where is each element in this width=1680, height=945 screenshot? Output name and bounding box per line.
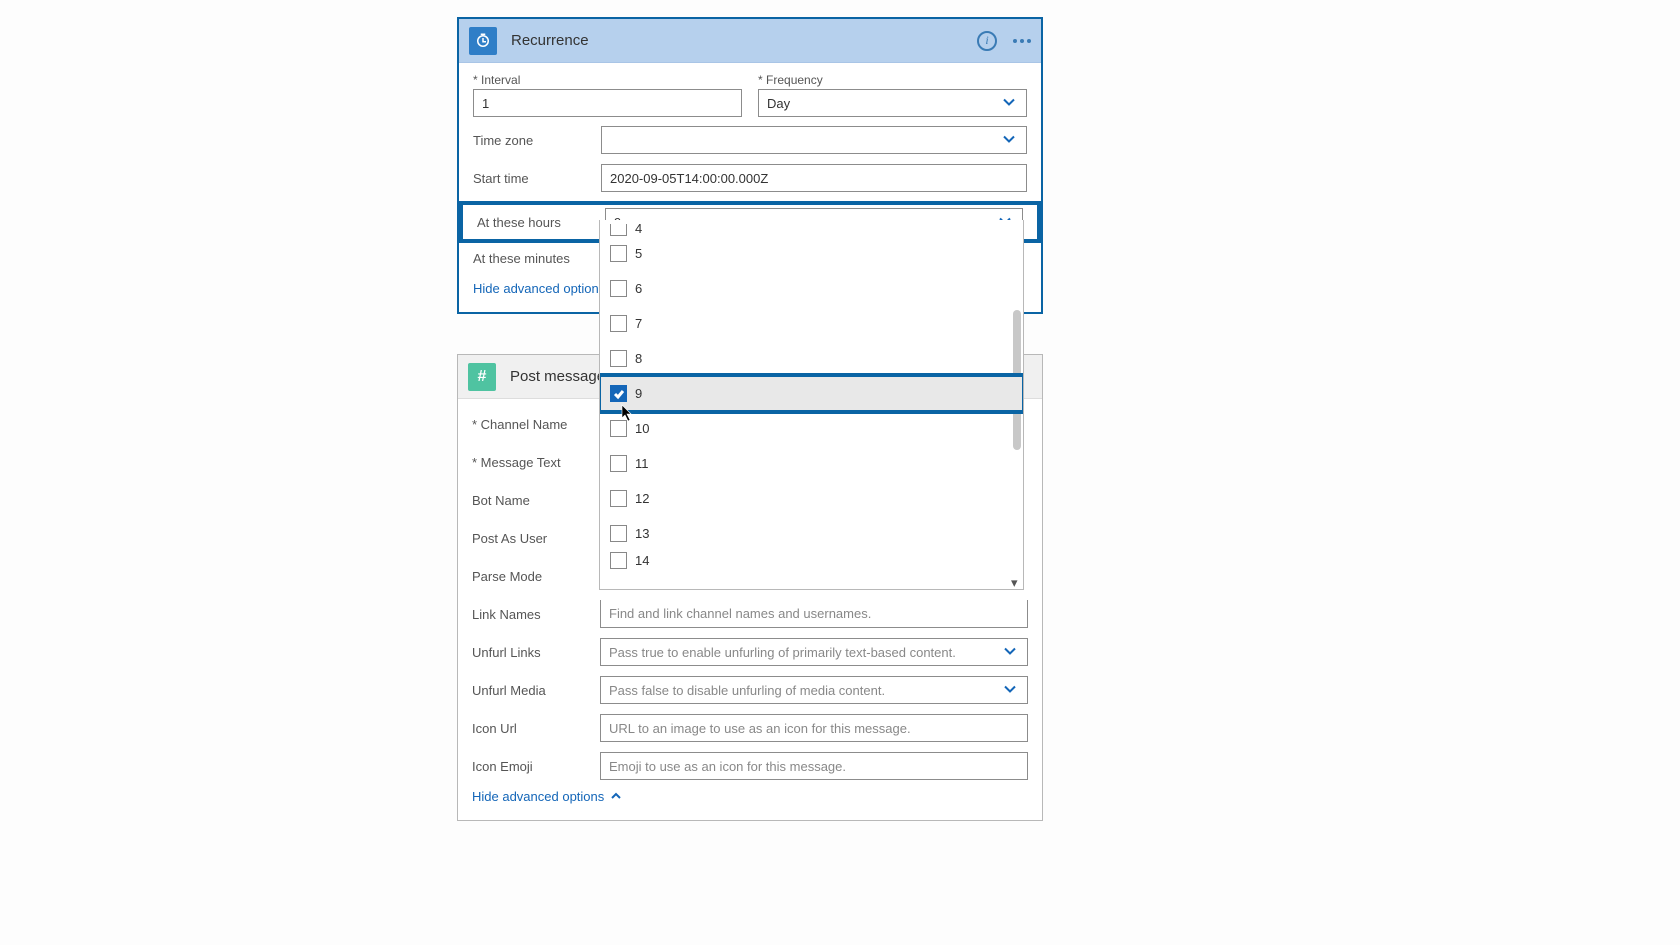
- interval-label: Interval: [473, 73, 742, 87]
- hours-option-14[interactable]: 14: [600, 551, 1023, 569]
- checkbox[interactable]: [610, 224, 627, 236]
- hours-option-4[interactable]: 4: [600, 224, 1023, 236]
- hours-option-label: 7: [635, 316, 642, 331]
- chevron-down-icon: [1003, 683, 1017, 698]
- frequency-value: Day: [767, 96, 790, 111]
- icon-emoji-placeholder: Emoji to use as an icon for this message…: [609, 759, 846, 774]
- hours-label: At these hours: [477, 215, 605, 230]
- parse-mode-label: Parse Mode: [472, 569, 600, 584]
- hours-option-6[interactable]: 6: [600, 271, 1023, 306]
- unfurl-links-placeholder: Pass true to enable unfurling of primari…: [609, 645, 956, 660]
- timezone-select[interactable]: [601, 126, 1027, 154]
- icon-url-label: Icon Url: [472, 721, 600, 736]
- more-icon[interactable]: [1013, 39, 1031, 43]
- hours-dropdown[interactable]: 4 5 6 7 8 9 10 11 12 13 14 ▾: [599, 220, 1024, 590]
- hours-option-label: 10: [635, 421, 649, 436]
- hours-option-label: 5: [635, 246, 642, 261]
- chevron-down-icon: [1002, 96, 1016, 111]
- hours-option-11[interactable]: 11: [600, 446, 1023, 481]
- unfurl-media-label: Unfurl Media: [472, 683, 600, 698]
- hours-option-label: 6: [635, 281, 642, 296]
- checkbox[interactable]: [610, 350, 627, 367]
- timezone-label: Time zone: [473, 133, 601, 148]
- slack-icon: #: [468, 363, 496, 391]
- hours-option-10[interactable]: 10: [600, 411, 1023, 446]
- hide-advanced-link[interactable]: Hide advanced options: [473, 281, 605, 296]
- checkbox[interactable]: [610, 552, 627, 569]
- checkbox[interactable]: [610, 280, 627, 297]
- hours-option-12[interactable]: 12: [600, 481, 1023, 516]
- start-time-input[interactable]: 2020-09-05T14:00:00.000Z: [601, 164, 1027, 192]
- icon-emoji-label: Icon Emoji: [472, 759, 600, 774]
- hours-option-label: 11: [635, 456, 649, 471]
- message-text-label: Message Text: [472, 455, 600, 470]
- bot-name-label: Bot Name: [472, 493, 600, 508]
- icon-emoji-input[interactable]: Emoji to use as an icon for this message…: [600, 752, 1028, 780]
- interval-value: 1: [482, 96, 489, 111]
- link-names-input[interactable]: Find and link channel names and username…: [600, 600, 1028, 628]
- hours-option-label: 4: [635, 224, 642, 236]
- hours-option-13[interactable]: 13: [600, 516, 1023, 551]
- hours-option-5[interactable]: 5: [600, 236, 1023, 271]
- checkbox[interactable]: [610, 245, 627, 262]
- checkbox[interactable]: [610, 315, 627, 332]
- chevron-down-icon: [1002, 133, 1016, 148]
- unfurl-media-select[interactable]: Pass false to disable unfurling of media…: [600, 676, 1028, 704]
- frequency-label: Frequency: [758, 73, 1027, 87]
- checkbox[interactable]: [610, 420, 627, 437]
- hours-option-label: 13: [635, 526, 649, 541]
- info-icon[interactable]: i: [977, 31, 997, 51]
- link-names-label: Link Names: [472, 607, 600, 622]
- unfurl-media-placeholder: Pass false to disable unfurling of media…: [609, 683, 885, 698]
- start-time-value: 2020-09-05T14:00:00.000Z: [610, 171, 768, 186]
- channel-name-label: Channel Name: [472, 417, 600, 432]
- clock-icon: [469, 27, 497, 55]
- checkbox[interactable]: [610, 525, 627, 542]
- scroll-down-arrow[interactable]: ▾: [1011, 575, 1021, 585]
- unfurl-links-select[interactable]: Pass true to enable unfurling of primari…: [600, 638, 1028, 666]
- checkbox[interactable]: [610, 455, 627, 472]
- checkbox[interactable]: [610, 385, 627, 402]
- hours-option-7[interactable]: 7: [600, 306, 1023, 341]
- start-time-label: Start time: [473, 171, 601, 186]
- unfurl-links-label: Unfurl Links: [472, 645, 600, 660]
- hours-option-9[interactable]: 9: [600, 376, 1023, 411]
- hours-option-label: 9: [635, 386, 642, 401]
- post-as-user-label: Post As User: [472, 531, 600, 546]
- interval-input[interactable]: 1: [473, 89, 742, 117]
- hours-option-label: 8: [635, 351, 642, 366]
- hide-advanced-link[interactable]: Hide advanced options: [472, 789, 604, 804]
- link-names-placeholder: Find and link channel names and username…: [609, 606, 871, 621]
- chevron-down-icon: [1003, 645, 1017, 660]
- recurrence-header: Recurrence i: [459, 19, 1041, 63]
- icon-url-input[interactable]: URL to an image to use as an icon for th…: [600, 714, 1028, 742]
- hours-option-8[interactable]: 8: [600, 341, 1023, 376]
- hours-option-label: 14: [635, 553, 649, 568]
- checkbox[interactable]: [610, 490, 627, 507]
- recurrence-title: Recurrence: [511, 32, 977, 49]
- chevron-up-icon: [610, 789, 622, 804]
- frequency-select[interactable]: Day: [758, 89, 1027, 117]
- icon-url-placeholder: URL to an image to use as an icon for th…: [609, 721, 911, 736]
- minutes-label: At these minutes: [473, 251, 601, 266]
- hours-option-label: 12: [635, 491, 649, 506]
